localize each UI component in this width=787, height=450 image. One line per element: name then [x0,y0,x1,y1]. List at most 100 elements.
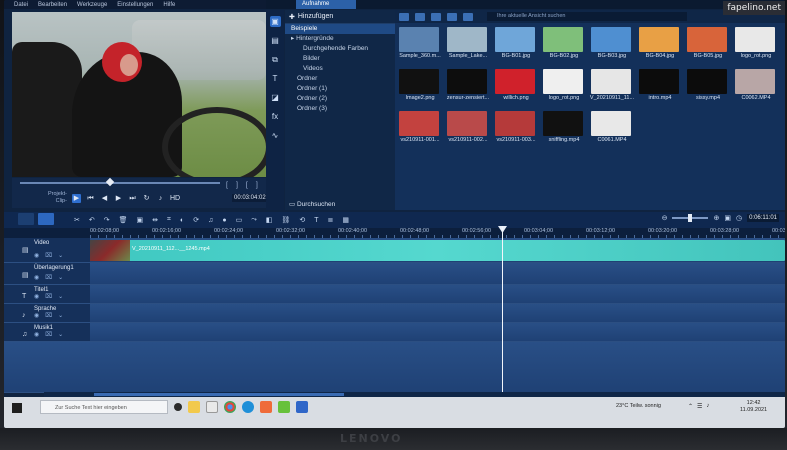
sort-icon[interactable] [463,12,473,21]
lock-icon[interactable]: ⌧ [45,293,52,300]
weather-widget[interactable]: 23°C Teilw. sonnig [616,403,661,409]
video-filter-icon[interactable] [415,12,425,21]
media-item[interactable]: C0062.MP4 [732,66,780,108]
snapshot-icon[interactable]: ▣ [137,216,144,224]
media-item[interactable]: vs210911-002... [444,108,492,150]
scrub-handle[interactable] [105,177,115,187]
mode-clip[interactable]: Clip- [48,198,67,205]
lock-icon[interactable]: ⌧ [45,331,52,338]
media-item[interactable]: logo_rot.png [540,66,588,108]
storyboard-view-button[interactable] [18,213,34,225]
undo-icon[interactable]: ↶ [89,216,95,224]
split-icon[interactable]: ⇹ [152,216,158,224]
track-lane[interactable]: V_20210911_112...__1245.mp4 [90,238,785,263]
text-icon[interactable]: T [314,217,318,224]
preview-timecode[interactable]: 00:03:04:02 [232,194,268,202]
zoom-out-icon[interactable]: ⊖ [662,214,668,222]
step-back-icon[interactable]: ◀ [100,194,109,203]
network-icon[interactable]: ☰ [697,403,702,410]
tree-item[interactable]: Ordner (3) [285,104,395,114]
scrub-bar[interactable] [20,182,220,184]
speaker-icon[interactable]: ♪ [706,403,709,410]
mark-out-button-2[interactable]: ] [256,182,258,189]
motion-path-icon[interactable]: ∿ [270,130,281,141]
media-item[interactable]: willich.png [492,66,540,108]
transition-icon[interactable]: ⧉ [270,54,281,65]
chevron-down-icon[interactable]: ⌄ [58,252,63,259]
media-item[interactable]: vs210911-003... [492,108,540,150]
project-duration[interactable]: 0:06:11:01 [747,214,779,222]
store-icon[interactable] [206,401,218,413]
skip-end-icon[interactable]: ⏭ [128,194,137,203]
media-item[interactable]: zensur-zensiert... [444,66,492,108]
eye-icon[interactable]: ◉ [34,331,39,338]
mark-out-button[interactable]: ] [236,182,238,189]
media-item[interactable]: BG-B04.jpg [636,24,684,66]
image-filter-icon[interactable] [431,12,441,21]
mode-project[interactable]: Projekt- [48,191,67,198]
menu-item-settings[interactable]: Einstellungen [117,2,153,8]
media-item[interactable]: BG-B03.jpg [588,24,636,66]
track-header[interactable]: T Titel1 ◉ ⌧ ⌄ [4,285,90,304]
mark-in-button[interactable]: [ [226,182,228,189]
chevron-down-icon[interactable]: ⌄ [58,331,63,338]
video-clip[interactable]: V_20210911_112...__1245.mp4 [90,240,785,261]
chevron-down-icon[interactable]: ⌄ [58,274,63,281]
media-icon[interactable]: ▣ [269,16,281,27]
eye-icon[interactable]: ◉ [34,252,39,259]
tree-item[interactable]: Ordner (2) [285,94,395,104]
audio-filter-icon[interactable] [447,12,457,21]
chevron-up-icon[interactable]: ⌃ [688,403,693,410]
media-item[interactable]: Image2.png [396,66,444,108]
graphics-icon[interactable]: ◪ [270,92,281,103]
tree-item[interactable]: ▸ Hintergründe [285,34,395,44]
caption-icon[interactable]: ▭ [236,216,243,224]
tree-item[interactable]: Bilder [285,54,395,64]
media-item[interactable]: intro.mp4 [636,66,684,108]
playhead[interactable] [502,226,503,394]
media-item[interactable]: Sample_360.m... [396,24,444,66]
task-view-icon[interactable] [174,403,182,411]
taskbar-search-input[interactable]: Zur Suche Text hier eingeben [40,400,168,414]
skip-start-icon[interactable]: ⏮ [86,194,95,203]
lock-icon[interactable]: ⌧ [45,312,52,319]
menu-item-file[interactable]: Datei [14,2,28,8]
eye-icon[interactable]: ◉ [34,312,39,319]
hd-label[interactable]: HD [170,194,180,203]
fit-icon[interactable]: ▣ [724,214,731,222]
empty-track-area[interactable] [4,342,785,393]
timeline-view-button[interactable] [38,213,54,225]
track-lane[interactable] [90,285,785,304]
record-icon[interactable]: ● [222,217,226,224]
tree-item[interactable]: Beispiele [285,24,395,34]
track-header[interactable]: ▤ Video ◉ ⌧ ⌄ [4,238,90,263]
audio-mixer-icon[interactable]: ♫ [208,217,213,224]
grid-icon[interactable]: ▦ [342,216,349,224]
menu-item-edit[interactable]: Bearbeiten [38,2,67,8]
media-item[interactable]: sissy.mp4 [684,66,732,108]
chevron-down-icon[interactable]: ⌄ [58,293,63,300]
menu-item-help[interactable]: Hilfe [163,2,175,8]
spotify-icon[interactable] [278,401,290,413]
lock-icon[interactable]: ⌧ [45,274,52,281]
media-player-icon[interactable] [260,401,272,413]
menu-item-tools[interactable]: Werkzeuge [77,2,107,8]
track-header[interactable]: ♪ Sprache ◉ ⌧ ⌄ [4,304,90,323]
play-icon[interactable]: ▶ [72,194,81,203]
link-icon[interactable]: ⛓ [281,216,290,224]
media-item[interactable]: sniffling.mp4 [540,108,588,150]
media-item[interactable]: BG-B02.jpg [540,24,588,66]
track-header[interactable]: ▤ Überlagerung1 ◉ ⌧ ⌄ [4,263,90,285]
color-icon[interactable]: ◐ [180,217,184,224]
motion-icon[interactable]: ⤳ [251,216,257,224]
timeline-ruler[interactable]: 00:02:08;00 00:02:16;00 00:02:24;00 00:02:3… [4,228,785,238]
eye-icon[interactable]: ◉ [34,274,39,281]
volume-icon[interactable]: ♪ [156,194,165,203]
lock-icon[interactable]: ⌧ [45,252,52,259]
crop-icon[interactable]: ⌗ [167,216,171,224]
fx-icon[interactable]: fx [270,111,281,122]
tree-item[interactable]: Videos [285,64,395,74]
eye-icon[interactable]: ◉ [34,293,39,300]
media-item[interactable]: BG-B05.jpg [684,24,732,66]
media-search-input[interactable]: Ihre aktuelle Ansicht suchen [487,12,687,21]
